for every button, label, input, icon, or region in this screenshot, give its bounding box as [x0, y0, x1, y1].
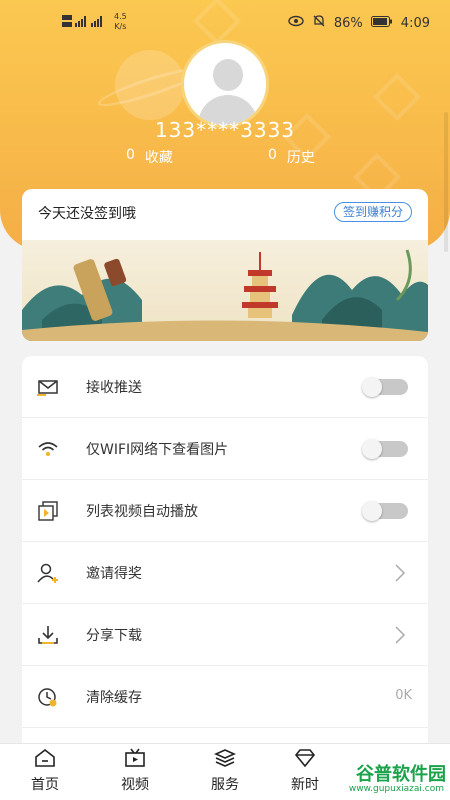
invite-user-icon — [36, 561, 60, 585]
signin-banner-image[interactable] — [22, 240, 428, 341]
battery-icon — [370, 15, 393, 31]
signin-card: 今天还没签到哦 签到赚积分 — [22, 189, 428, 341]
hd-signal-icon — [62, 14, 108, 30]
clear-cache-icon — [36, 685, 60, 709]
diamond-icon — [294, 749, 316, 768]
favorites-label: 收藏 — [144, 150, 173, 166]
toggle-knob — [362, 439, 382, 459]
tab-label: 新时 — [291, 777, 319, 793]
clock: 4:09 — [400, 15, 430, 31]
mute-bell-icon — [312, 14, 326, 32]
user-phone[interactable]: 133****3333 — [0, 118, 450, 142]
speed-value: 4.5 — [114, 12, 127, 21]
settings-row-label: 接收推送 — [86, 380, 142, 396]
settings-row-wifi-images: 仅WIFI网络下查看图片 — [22, 418, 428, 480]
settings-row-push: 接收推送 — [22, 356, 428, 418]
settings-row-autoplay: 列表视频自动播放 — [22, 480, 428, 542]
favorites-count: 0 — [126, 147, 135, 163]
message-icon — [36, 375, 60, 399]
system-indicators: 86% 4:09 — [288, 14, 430, 32]
tab-label: 服务 — [211, 777, 239, 793]
download-icon — [36, 623, 60, 647]
settings-row-label: 列表视频自动播放 — [86, 504, 198, 520]
avatar[interactable] — [181, 40, 269, 128]
history-stat[interactable]: 0 历史 — [268, 147, 315, 167]
settings-list: 接收推送 仅WIFI网络下查看图片 列表视频自动播放 邀请得奖 分享下载 清除缓… — [22, 356, 428, 756]
video-play-icon — [36, 499, 60, 523]
wifi-icon — [36, 437, 60, 461]
scrollbar[interactable] — [444, 112, 448, 252]
signin-title: 今天还没签到哦 — [38, 206, 136, 222]
video-icon — [125, 748, 145, 767]
tab-services[interactable]: 服务 — [195, 748, 255, 794]
watermark-logo: 谷普软件园 — [356, 764, 446, 785]
toggle-knob — [362, 501, 382, 521]
speed-unit: K/s — [114, 22, 127, 31]
settings-row-label: 仅WIFI网络下查看图片 — [86, 442, 229, 458]
history-count: 0 — [268, 147, 277, 163]
autoplay-toggle[interactable] — [362, 501, 408, 521]
network-speed: 4.5 K/s — [114, 12, 127, 32]
signin-button[interactable]: 签到赚积分 — [333, 202, 412, 222]
chevron-right-icon — [394, 563, 406, 583]
chevron-right-icon — [394, 625, 406, 645]
push-toggle[interactable] — [362, 377, 408, 397]
battery-percent: 86% — [333, 15, 363, 31]
cache-size-value: 0K — [395, 688, 412, 703]
tab-label: 首页 — [31, 777, 59, 793]
avatar-head-shape — [213, 59, 243, 91]
settings-row-label: 清除缓存 — [86, 690, 142, 706]
square-decoration — [372, 72, 422, 122]
settings-row-invite[interactable]: 邀请得奖 — [22, 542, 428, 604]
tab-label: 视频 — [121, 777, 149, 793]
status-bar: 4.5 K/s 86% 4:09 — [0, 0, 450, 44]
home-icon — [35, 748, 55, 767]
history-label: 历史 — [286, 150, 315, 166]
tab-video[interactable]: 视频 — [105, 748, 165, 794]
layers-icon — [214, 749, 236, 767]
wifi-images-toggle[interactable] — [362, 439, 408, 459]
watermark-url: www.gupuxiazai.com — [348, 784, 444, 794]
settings-row-label: 邀请得奖 — [86, 566, 142, 582]
network-indicators: 4.5 K/s — [62, 12, 127, 32]
settings-row-share[interactable]: 分享下载 — [22, 604, 428, 666]
tab-new[interactable]: 新时 — [275, 748, 335, 794]
settings-row-label: 分享下载 — [86, 628, 142, 644]
eye-icon — [288, 15, 304, 31]
favorites-stat[interactable]: 0 收藏 — [126, 147, 173, 167]
toggle-knob — [362, 377, 382, 397]
tab-home[interactable]: 首页 — [15, 748, 75, 794]
settings-row-clear-cache[interactable]: 清除缓存 0K — [22, 666, 428, 728]
